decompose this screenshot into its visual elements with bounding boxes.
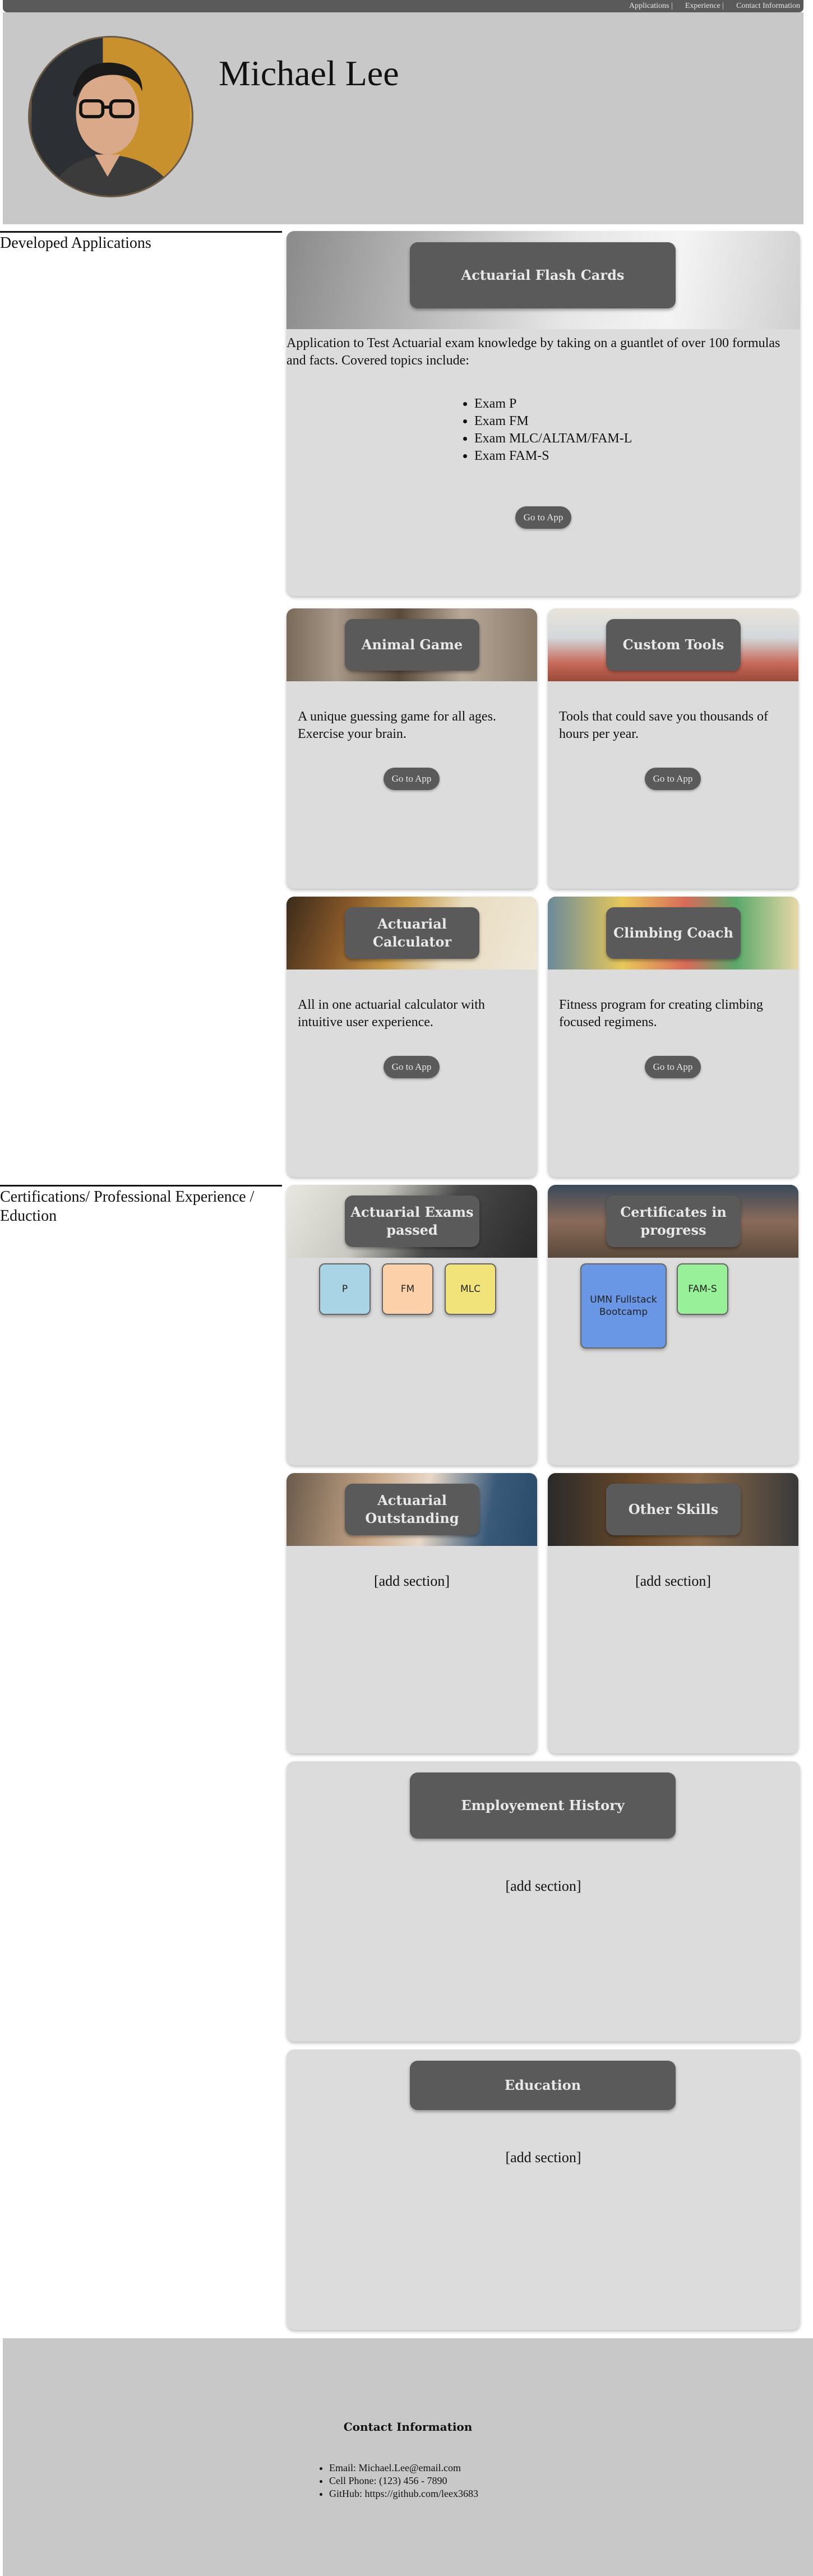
exam-badge-p: P [319, 1263, 371, 1315]
flash-cards-go-button[interactable]: Go to App [515, 506, 571, 529]
custom-tools-description: Tools that could save you thousands of h… [559, 709, 768, 741]
certificates-title: Certificates in progress [606, 1195, 741, 1247]
nav-link-contact[interactable]: Contact Information [736, 2, 800, 11]
card-certificates-progress: Certificates in progress UMN Fullstack B… [548, 1185, 798, 1465]
calculator-title: Actuarial Calculator [345, 907, 479, 959]
list-item: Exam FAM-S [474, 447, 632, 465]
list-item: Exam FM [474, 413, 632, 430]
exam-badge-fm: FM [382, 1263, 433, 1315]
nav-link-applications[interactable]: Applications | [629, 2, 673, 11]
education-title: Education [410, 2061, 676, 2110]
top-nav: Applications | Experience | Contact Info… [3, 0, 803, 12]
contact-footer: Contact Information Email: Michael.Lee@e… [3, 2338, 813, 2576]
cert-badge-bootcamp: UMN Fullstack Bootcamp [580, 1263, 667, 1349]
list-item: Exam MLC/ALTAM/FAM-L [474, 430, 632, 447]
card-actuarial-calculator: Actuarial Calculator All in one actuaria… [287, 897, 537, 1177]
card-actuarial-outstanding: Actuarial Outstanding [add section] [287, 1473, 537, 1753]
card-exams-passed: Actuarial Exams passed P FM MLC [287, 1185, 537, 1465]
contact-title: Contact Information [343, 2420, 473, 2434]
card-climbing-coach: Climbing Coach Fitness program for creat… [548, 897, 798, 1177]
exams-passed-title: Actuarial Exams passed [345, 1195, 479, 1247]
contact-phone: Cell Phone: (123) 456 - 7890 [329, 2475, 478, 2487]
outstanding-placeholder: [add section] [373, 1573, 450, 1589]
custom-tools-title: Custom Tools [606, 619, 741, 671]
flash-cards-title: Actuarial Flash Cards [410, 242, 676, 308]
card-animal-game: Animal Game A unique guessing game for a… [287, 608, 537, 889]
outstanding-title: Actuarial Outstanding [345, 1484, 479, 1535]
list-item: Exam P [474, 395, 632, 413]
employment-title: Employement History [410, 1772, 676, 1839]
exam-badge-mlc: MLC [445, 1263, 496, 1315]
flash-cards-topic-list: Exam P Exam FM Exam MLC/ALTAM/FAM-L Exam… [474, 395, 632, 465]
section-label-certifications: Certifications/ Professional Experience … [0, 1185, 282, 1226]
profile-header: Michael Lee [3, 12, 803, 224]
animal-game-go-button[interactable]: Go to App [384, 768, 440, 790]
education-placeholder: [add section] [505, 2149, 581, 2166]
animal-game-description: A unique guessing game for all ages. Exe… [298, 709, 496, 741]
card-flash-cards: Actuarial Flash Cards Application to Tes… [287, 231, 800, 596]
employment-placeholder: [add section] [505, 1878, 581, 1894]
nav-link-experience[interactable]: Experience | [685, 2, 724, 11]
climbing-go-button[interactable]: Go to App [645, 1056, 701, 1078]
card-education: Education [add section] [287, 2049, 800, 2330]
other-skills-placeholder: [add section] [635, 1573, 711, 1589]
climbing-title: Climbing Coach [606, 907, 741, 959]
nav-links: Applications | Experience | Contact Info… [629, 2, 800, 11]
contact-list: Email: Michael.Lee@email.com Cell Phone:… [329, 2462, 478, 2500]
cert-badge-fam-s: FAM-S [677, 1263, 728, 1315]
animal-game-title: Animal Game [345, 619, 479, 671]
calculator-description: All in one actuarial calculator with int… [298, 998, 485, 1030]
other-skills-title: Other Skills [606, 1484, 741, 1535]
card-custom-tools: Custom Tools Tools that could save you t… [548, 608, 798, 889]
avatar [28, 36, 193, 197]
profile-photo-icon [31, 38, 190, 196]
card-employment-history: Employement History [add section] [287, 1761, 800, 2042]
section-label-applications: Developed Applications [0, 231, 282, 253]
contact-github: GitHub: https://github.com/leex3683 [329, 2487, 478, 2500]
climbing-description: Fitness program for creating climbing fo… [559, 998, 763, 1030]
profile-name: Michael Lee [219, 53, 399, 93]
card-other-skills: Other Skills [add section] [548, 1473, 798, 1753]
custom-tools-go-button[interactable]: Go to App [645, 768, 701, 790]
contact-email: Email: Michael.Lee@email.com [329, 2462, 478, 2475]
flash-cards-description: Application to Test Actuarial exam knowl… [287, 336, 780, 368]
calculator-go-button[interactable]: Go to App [384, 1056, 440, 1078]
